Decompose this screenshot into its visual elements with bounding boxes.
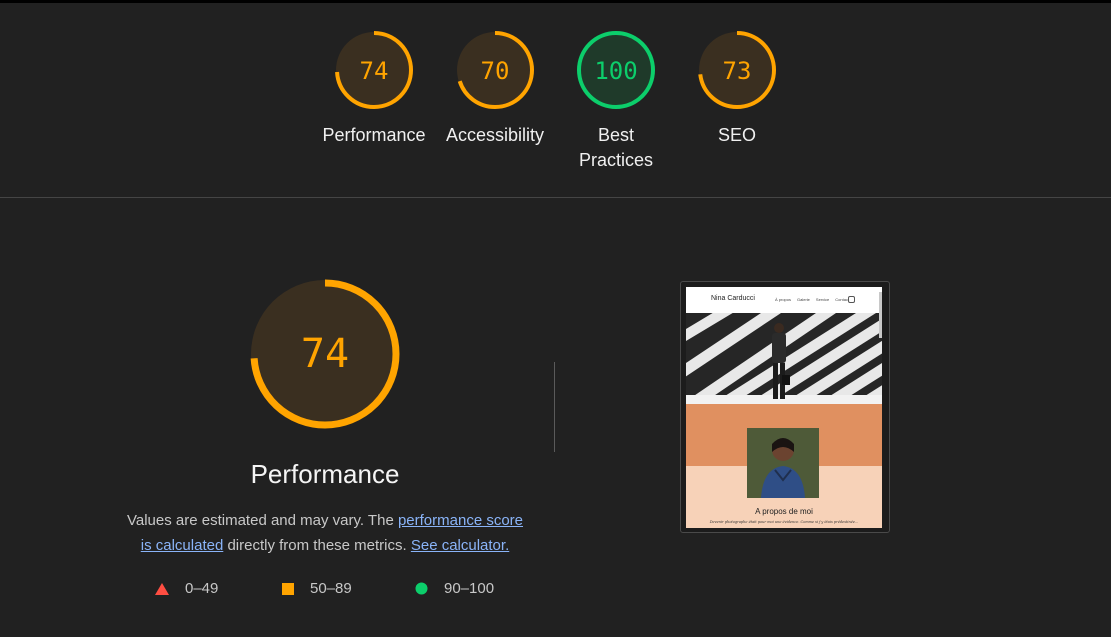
vertical-separator	[554, 362, 555, 452]
square-icon	[282, 582, 294, 595]
person-figure	[772, 323, 790, 399]
gauge-score: 74	[360, 57, 389, 85]
portrait-figure	[747, 428, 819, 498]
gauge-ring: 73	[698, 31, 776, 109]
gauge-seo[interactable]: 73 SEO	[672, 29, 802, 148]
desc-text: Values are estimated and may vary. The	[126, 512, 398, 529]
site-brand: Nina Carducci	[711, 295, 755, 302]
final-screenshot[interactable]: Nina Carducci À propos Galerie Service C…	[680, 281, 890, 533]
performance-score: 74	[301, 331, 349, 377]
gauge-label-line2: Practices	[578, 150, 654, 170]
gauge-ring: 100	[577, 31, 655, 109]
site-header: Nina Carducci À propos Galerie Service C…	[686, 287, 882, 313]
score-summary: 74 Performance 70 Accessibility 100 Best…	[0, 0, 1111, 197]
see-calculator-link[interactable]: See calculator.	[411, 537, 509, 554]
performance-description: Values are estimated and may vary. The p…	[110, 508, 540, 558]
legend-fail: 0–49	[155, 580, 218, 597]
nav-item: Contact	[835, 297, 850, 302]
instagram-icon	[848, 296, 855, 303]
legend-pass: 90–100	[415, 580, 494, 597]
scrollbar[interactable]	[879, 292, 882, 338]
gauge-performance[interactable]: 74 Performance	[309, 29, 439, 148]
page-screenshot: Nina Carducci À propos Galerie Service C…	[686, 287, 882, 528]
hero-image	[686, 313, 882, 404]
gauge-score: 73	[723, 57, 752, 85]
performance-gauge: 74	[249, 278, 401, 430]
gauge-ring: 74	[250, 279, 400, 429]
nav-item: Galerie	[797, 297, 810, 302]
about-title: A propos de moi	[755, 507, 813, 516]
site-nav: À propos Galerie Service Contact	[775, 297, 849, 302]
about-text: Devenir photographe était pour moi une é…	[709, 520, 859, 524]
gauge-label: Best Practices	[551, 123, 681, 173]
gauge-ring: 70	[456, 31, 534, 109]
gauge-best-practices[interactable]: 100 Best Practices	[551, 29, 681, 173]
gauge-accessibility[interactable]: 70 Accessibility	[430, 29, 560, 148]
portrait-photo	[747, 428, 819, 498]
section-divider	[0, 197, 1111, 198]
gauge-ring: 74	[335, 31, 413, 109]
performance-title: Performance	[250, 459, 400, 489]
legend-range: 90–100	[444, 580, 495, 597]
legend-average: 50–89	[282, 580, 352, 597]
legend-range: 0–49	[185, 580, 219, 597]
nav-item: À propos	[775, 297, 792, 302]
triangle-icon	[155, 582, 169, 595]
gauge-score: 100	[594, 57, 637, 85]
gauge-label: SEO	[717, 125, 756, 145]
gauge-label: Accessibility	[445, 125, 545, 145]
gauge-score: 70	[481, 57, 510, 85]
desc-text: directly from these metrics.	[223, 537, 411, 554]
legend-range: 50–89	[310, 580, 352, 597]
circle-icon	[415, 582, 428, 595]
gauge-label: Performance	[322, 125, 426, 145]
gauge-label-line1: Best	[597, 125, 635, 145]
nav-item: Service	[815, 297, 830, 302]
